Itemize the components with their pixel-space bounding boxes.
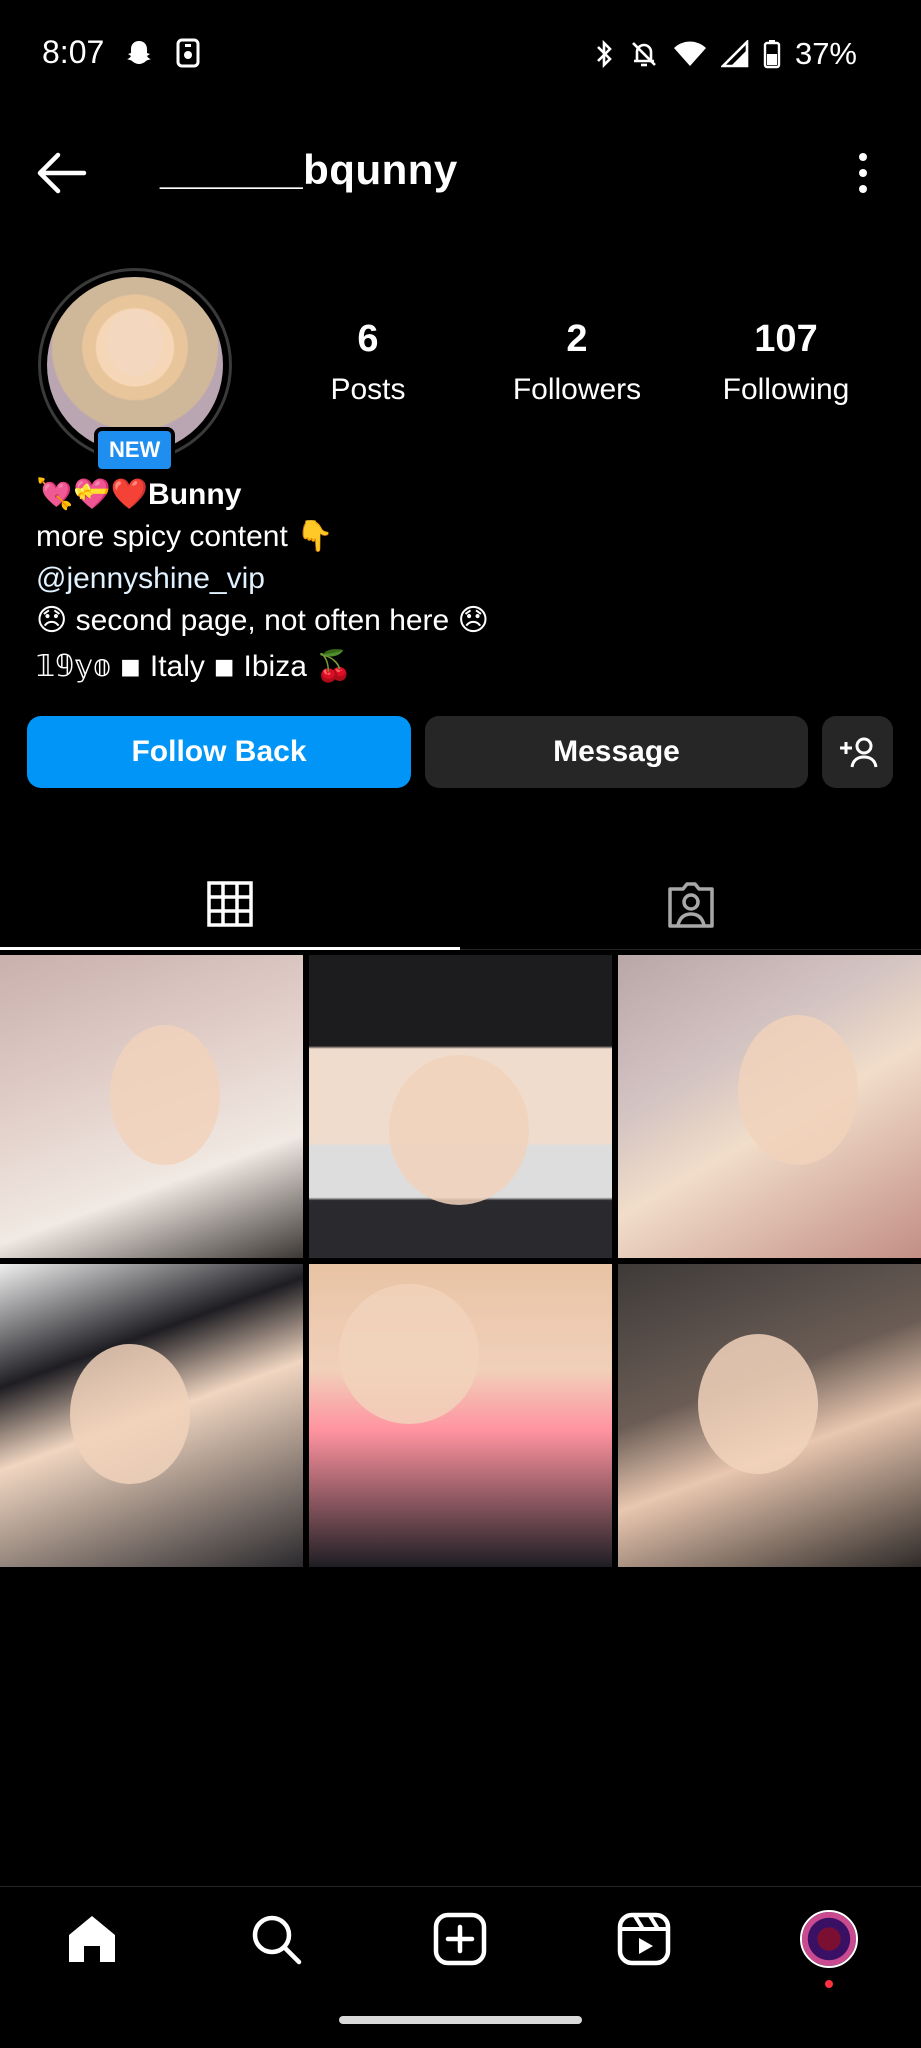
status-left-icons [124, 38, 200, 68]
profile-header: ______bqunny [0, 130, 921, 216]
stat-following-value: 107 [754, 318, 818, 360]
back-button[interactable] [34, 148, 90, 198]
notification-app-icon [176, 38, 200, 68]
notification-dot [825, 1980, 833, 1988]
post-thumbnail[interactable] [618, 1264, 921, 1567]
search-icon [252, 1915, 302, 1965]
profile-tabs [0, 860, 921, 950]
stat-posts[interactable]: 6 Posts [268, 318, 468, 407]
bell-off-icon [632, 42, 656, 67]
follow-back-button[interactable]: Follow Back [27, 716, 411, 788]
stat-followers[interactable]: 2 Followers [477, 318, 677, 407]
back-arrow-icon [37, 152, 87, 194]
nav-home[interactable] [62, 1909, 122, 1969]
bluetooth-icon [597, 39, 612, 69]
bio-line-4: 𝟙𝟡𝕪𝕠 ◾ Italy ◾ Ibiza 🍒 [36, 650, 353, 683]
battery-percent: 37% [794, 36, 857, 71]
stat-following-label: Following [722, 373, 850, 406]
reels-icon [617, 1912, 671, 1966]
post-thumbnail[interactable] [309, 955, 612, 1258]
nav-profile[interactable] [799, 1909, 859, 1969]
signal-icon [720, 40, 749, 68]
stat-followers-value: 2 [566, 318, 588, 360]
add-person-icon [839, 737, 877, 768]
bio-line-3: 😞 second page, not often here 😞 [36, 604, 489, 637]
bio-mention-link[interactable]: @jennyshine_vip [36, 558, 489, 600]
profile-stats: 6 Posts 2 Followers 107 Following [0, 318, 921, 418]
post-thumbnail[interactable] [0, 955, 303, 1258]
profile-bio: 💘💝❤️Bunny more spicy content 👇 @jennyshi… [36, 474, 489, 688]
status-bar: 8:07 37% [0, 0, 921, 110]
bio-display-name: 💘💝❤️Bunny [36, 478, 242, 511]
posts-grid [0, 955, 921, 1569]
battery-icon [763, 40, 781, 69]
more-vertical-icon [859, 153, 867, 193]
wifi-icon [673, 41, 706, 66]
stat-followers-label: Followers [512, 373, 642, 406]
message-button[interactable]: Message [425, 716, 808, 788]
stat-posts-label: Posts [330, 373, 406, 406]
stat-posts-value: 6 [357, 318, 379, 360]
home-indicator[interactable] [339, 2016, 582, 2024]
status-right: 37% [593, 36, 857, 72]
bottom-navigation [0, 1886, 921, 1992]
nav-reels[interactable] [614, 1909, 674, 1969]
post-thumbnail[interactable] [0, 1264, 303, 1567]
post-thumbnail[interactable] [309, 1264, 612, 1567]
tagged-person-icon [668, 882, 714, 928]
create-post-icon [433, 1912, 487, 1966]
tab-posts-grid[interactable] [0, 860, 460, 950]
status-time: 8:07 [42, 34, 105, 70]
bio-line-1: more spicy content 👇 [36, 520, 334, 553]
new-badge: NEW [94, 427, 176, 473]
more-options-button[interactable] [851, 150, 875, 196]
page-title: ______bqunny [160, 146, 458, 193]
grid-icon [207, 880, 253, 927]
nav-profile-avatar [800, 1910, 858, 1968]
home-icon [69, 1916, 115, 1962]
snapchat-icon [127, 41, 151, 64]
tab-tagged[interactable] [461, 860, 921, 950]
suggested-users-button[interactable] [822, 716, 893, 788]
post-thumbnail[interactable] [618, 955, 921, 1258]
nav-create[interactable] [430, 1909, 490, 1969]
nav-search[interactable] [246, 1909, 306, 1969]
stat-following[interactable]: 107 Following [686, 318, 886, 407]
